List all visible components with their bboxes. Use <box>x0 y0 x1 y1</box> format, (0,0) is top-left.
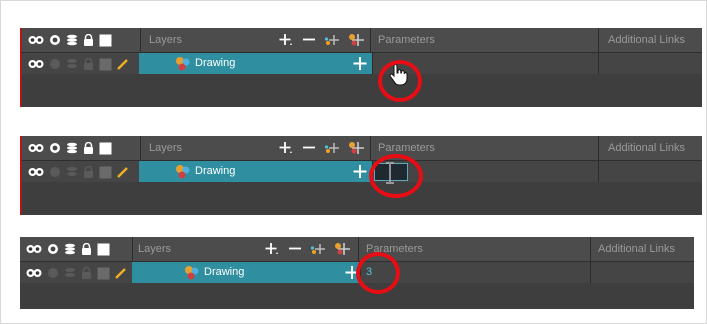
drawing-layer-icon <box>175 56 191 76</box>
add-layer-icon[interactable] <box>278 140 294 161</box>
layer-toggle-icons <box>26 240 110 258</box>
layer-tools <box>278 139 374 157</box>
pencil-icon[interactable] <box>115 267 127 279</box>
solo-icon[interactable] <box>49 166 61 178</box>
annotation-circle <box>378 60 422 102</box>
solo-icon[interactable] <box>47 243 59 255</box>
layer-name-cell[interactable]: Drawing <box>132 262 360 283</box>
add-layer-icon[interactable] <box>278 32 294 53</box>
layer-tools <box>278 31 374 49</box>
additional-links-column-label: Additional Links <box>608 34 686 46</box>
annotation-circle <box>356 252 400 294</box>
layers-column-label: Layers <box>149 34 183 46</box>
add-layer-icon[interactable] <box>264 241 280 262</box>
layer-name-cell[interactable]: Drawing <box>139 53 372 74</box>
layer-name: Drawing <box>195 57 236 69</box>
lock-icon[interactable] <box>83 34 94 46</box>
lock-icon[interactable] <box>83 58 94 70</box>
timeline-panel-2: Layers Parameters Additional Links Drawi… <box>20 136 702 215</box>
layer-name: Drawing <box>204 266 245 278</box>
row-toggle-icons <box>26 264 127 282</box>
remove-layer-icon[interactable] <box>288 241 302 262</box>
pencil-icon[interactable] <box>117 58 129 70</box>
pencil-icon[interactable] <box>117 166 129 178</box>
add-peg-icon[interactable] <box>324 33 340 52</box>
eye-icon[interactable] <box>28 34 44 46</box>
row-toggle-icons <box>28 163 129 181</box>
layer-name-cell[interactable]: Drawing <box>139 161 372 182</box>
color-swatch-icon[interactable] <box>99 166 112 179</box>
stack-icon[interactable] <box>66 58 78 70</box>
eye-icon[interactable] <box>26 243 42 255</box>
parameters-column-label: Parameters <box>378 142 435 154</box>
layer-row[interactable]: Drawing <box>22 53 702 74</box>
timeline-header: Layers Parameters Additional Links <box>22 28 702 52</box>
color-swatch-icon[interactable] <box>99 34 112 47</box>
add-drawing-icon[interactable] <box>348 32 364 53</box>
lock-icon[interactable] <box>83 142 94 154</box>
timeline-header: Layers Parameters Additional Links <box>22 136 702 160</box>
stack-icon[interactable] <box>66 142 78 154</box>
parameters-column-label: Parameters <box>378 34 435 46</box>
row-toggle-icons <box>28 55 129 73</box>
solo-icon[interactable] <box>49 34 61 46</box>
add-parameter-icon[interactable] <box>352 161 368 182</box>
layer-tools <box>264 240 360 258</box>
empty-row-area <box>22 75 702 107</box>
add-drawing-icon[interactable] <box>348 140 364 161</box>
layer-toggle-icons <box>28 31 112 49</box>
remove-layer-icon[interactable] <box>302 140 316 161</box>
color-swatch-icon[interactable] <box>97 267 110 280</box>
add-peg-icon[interactable] <box>324 141 340 160</box>
lock-icon[interactable] <box>83 166 94 178</box>
color-swatch-icon[interactable] <box>97 243 110 256</box>
layer-toggle-icons <box>28 139 112 157</box>
timeline-header: Layers Parameters Additional Links <box>20 237 694 261</box>
additional-links-column-label: Additional Links <box>608 142 686 154</box>
stack-icon[interactable] <box>66 34 78 46</box>
stack-icon[interactable] <box>66 166 78 178</box>
stack-icon[interactable] <box>64 243 76 255</box>
eye-icon[interactable] <box>28 142 44 154</box>
layers-column-label: Layers <box>138 243 172 255</box>
remove-layer-icon[interactable] <box>302 32 316 53</box>
drawing-layer-icon <box>184 265 200 285</box>
color-swatch-icon[interactable] <box>99 58 112 71</box>
drawing-layer-icon <box>175 164 191 184</box>
lock-icon[interactable] <box>81 243 92 255</box>
add-drawing-icon[interactable] <box>334 241 350 262</box>
solo-icon[interactable] <box>49 58 61 70</box>
eye-icon[interactable] <box>26 267 42 279</box>
solo-icon[interactable] <box>47 267 59 279</box>
eye-icon[interactable] <box>28 58 44 70</box>
empty-row-area <box>22 183 702 215</box>
layer-name: Drawing <box>195 165 236 177</box>
stack-icon[interactable] <box>64 267 76 279</box>
timeline-panel-1: Layers Parameters Additional Links Drawi… <box>20 28 702 107</box>
layer-row[interactable]: Drawing <box>22 161 702 182</box>
annotation-circle <box>369 154 423 198</box>
additional-links-column-label: Additional Links <box>598 243 676 255</box>
layers-column-label: Layers <box>149 142 183 154</box>
add-peg-icon[interactable] <box>310 242 326 261</box>
solo-icon[interactable] <box>49 142 61 154</box>
color-swatch-icon[interactable] <box>99 142 112 155</box>
empty-row-area <box>20 284 694 309</box>
add-parameter-icon[interactable] <box>352 53 368 74</box>
lock-icon[interactable] <box>81 267 92 279</box>
eye-icon[interactable] <box>28 166 44 178</box>
